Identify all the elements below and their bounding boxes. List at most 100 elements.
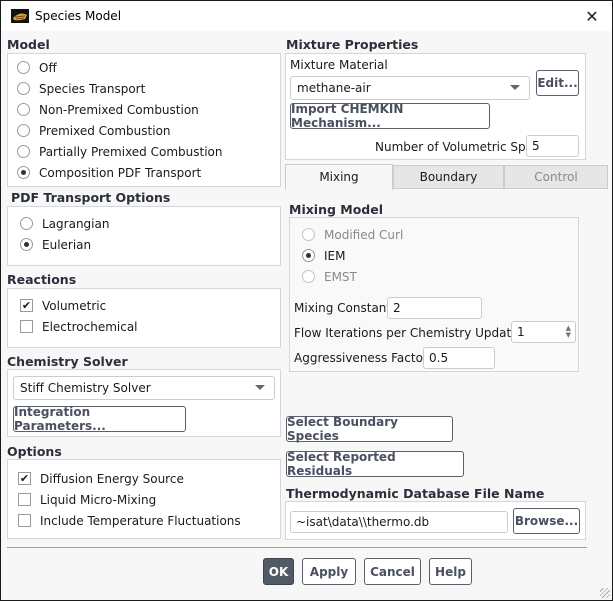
checkbox-label: Volumetric	[42, 298, 107, 313]
aggressiveness-label: Aggressiveness Factor	[294, 351, 428, 365]
chevron-down-icon	[255, 385, 265, 390]
resize-grip-icon[interactable]	[600, 588, 610, 598]
mixture-properties-group: Mixture Material methane-air Edit... Imp…	[285, 53, 586, 160]
ok-button[interactable]: OK	[263, 558, 294, 585]
mixture-material-label: Mixture Material	[290, 58, 388, 72]
import-chemkin-button[interactable]: Import CHEMKIN Mechanism...	[290, 102, 490, 130]
checkbox-icon[interactable]	[18, 493, 31, 506]
radio-button-icon[interactable]	[17, 145, 30, 158]
species-model-dialog: Species Model ✕ Model Off Species Transpo…	[0, 0, 613, 601]
close-icon[interactable]: ✕	[582, 6, 602, 26]
options-header: Options	[7, 444, 62, 459]
help-button[interactable]: Help	[429, 558, 472, 585]
radio-button-icon[interactable]	[20, 217, 33, 230]
mixing-model-radio-2[interactable]: EMST	[302, 266, 578, 287]
thermo-db-path-input[interactable]: ~isat\data\\thermo.db	[290, 511, 508, 533]
pdf-transport-group: Lagrangian Eulerian	[7, 206, 281, 266]
checkbox-label: Diffusion Energy Source	[40, 471, 184, 486]
model-header: Model	[7, 37, 50, 52]
model-radio-0[interactable]: Off	[17, 57, 280, 78]
options-checkbox-0[interactable]: ✔ Diffusion Energy Source	[18, 468, 280, 489]
checkbox-icon[interactable]	[20, 320, 33, 333]
mixture-properties-header: Mixture Properties	[286, 37, 419, 52]
chemistry-solver-value: Stiff Chemistry Solver	[20, 381, 151, 395]
radio-button-icon[interactable]	[20, 238, 33, 251]
reactions-header: Reactions	[7, 272, 77, 287]
title-bar: Species Model ✕	[1, 1, 612, 31]
edit-mixture-button[interactable]: Edit...	[536, 70, 579, 96]
radio-button-icon[interactable]	[17, 103, 30, 116]
browse-button[interactable]: Browse...	[513, 508, 580, 534]
num-species-input[interactable]: 5	[526, 135, 579, 157]
mixing-constant-label: Mixing Constant	[294, 301, 392, 315]
chemistry-solver-dropdown[interactable]: Stiff Chemistry Solver	[13, 376, 275, 400]
reactions-checkbox-1[interactable]: Electrochemical	[20, 316, 280, 337]
flow-iterations-value: 1	[517, 325, 525, 339]
mixing-model-radio-1[interactable]: IEM	[302, 245, 578, 266]
apply-button[interactable]: Apply	[302, 558, 356, 585]
model-radio-5[interactable]: Composition PDF Transport	[17, 162, 280, 183]
pdf-transport-radio-0[interactable]: Lagrangian	[20, 213, 280, 234]
options-checkbox-1[interactable]: Liquid Micro-Mixing	[18, 489, 280, 510]
options-checkbox-2[interactable]: Include Temperature Fluctuations	[18, 510, 280, 531]
tab-control[interactable]: Control	[504, 165, 608, 189]
aggressiveness-input[interactable]: 0.5	[423, 347, 495, 369]
radio-label: Non-Premixed Combustion	[39, 102, 199, 117]
radio-button-icon[interactable]	[17, 61, 30, 74]
mixture-material-value: methane-air	[297, 81, 371, 95]
chevron-down-icon	[510, 85, 520, 90]
mixing-model-group: Modified Curl IEM EMST Mixing Constant 2 F…	[289, 217, 579, 372]
model-radio-4[interactable]: Partially Premixed Combustion	[17, 141, 280, 162]
reactions-checkbox-0[interactable]: ✔ Volumetric	[20, 295, 280, 316]
radio-button-icon[interactable]	[17, 82, 30, 95]
tab-boundary[interactable]: Boundary	[393, 165, 504, 189]
radio-label: Composition PDF Transport	[39, 165, 202, 180]
radio-label: Off	[39, 60, 57, 75]
mixing-model-radio-0[interactable]: Modified Curl	[302, 224, 578, 245]
pdf-transport-header: PDF Transport Options	[11, 190, 171, 205]
model-radio-1[interactable]: Species Transport	[17, 78, 280, 99]
model-radio-3[interactable]: Premixed Combustion	[17, 120, 280, 141]
window-title: Species Model	[35, 9, 122, 23]
radio-label: IEM	[324, 248, 346, 263]
checkbox-label: Include Temperature Fluctuations	[40, 513, 241, 528]
model-group: Off Species Transport Non-Premixed Combust…	[7, 53, 281, 187]
checkbox-icon[interactable]	[18, 514, 31, 527]
radio-button-icon[interactable]	[302, 228, 315, 241]
checkbox-label: Liquid Micro-Mixing	[40, 492, 157, 507]
reactions-group: ✔ Volumetric Electrochemical	[7, 288, 281, 348]
thermo-db-group: ~isat\data\\thermo.db Browse...	[285, 501, 586, 540]
radio-button-icon[interactable]	[17, 124, 30, 137]
flow-iterations-label: Flow Iterations per Chemistry Update	[294, 326, 519, 340]
radio-label: Lagrangian	[42, 216, 110, 231]
radio-label: Premixed Combustion	[39, 123, 171, 138]
integration-parameters-button[interactable]: Integration Parameters...	[13, 405, 186, 433]
chemistry-solver-header: Chemistry Solver	[7, 354, 128, 369]
checkmark-icon[interactable]: ✔	[18, 472, 31, 485]
mixing-constant-input[interactable]: 2	[387, 297, 482, 319]
select-reported-residuals-button[interactable]: Select Reported Residuals	[286, 450, 464, 478]
radio-label: Modified Curl	[324, 227, 404, 242]
radio-button-icon[interactable]	[17, 166, 30, 179]
radio-label: Eulerian	[42, 237, 92, 252]
radio-label: Partially Premixed Combustion	[39, 144, 223, 159]
fluent-logo-icon	[11, 9, 29, 23]
checkmark-icon[interactable]: ✔	[20, 299, 33, 312]
radio-button-icon[interactable]	[302, 270, 315, 283]
thermo-db-header: Thermodynamic Database File Name	[286, 486, 545, 501]
cancel-button[interactable]: Cancel	[364, 558, 421, 585]
model-radio-2[interactable]: Non-Premixed Combustion	[17, 99, 280, 120]
footer-divider	[7, 547, 587, 548]
chemistry-solver-group: Stiff Chemistry Solver Integration Param…	[7, 369, 281, 437]
options-group: ✔ Diffusion Energy Source Liquid Micro-Mix…	[7, 459, 281, 539]
radio-button-icon[interactable]	[302, 249, 315, 262]
mixture-material-dropdown[interactable]: methane-air	[290, 76, 530, 100]
tab-mixing[interactable]: Mixing	[285, 164, 393, 190]
spinner-arrows-icon[interactable]: ▲ ▼	[566, 325, 571, 339]
flow-iterations-stepper[interactable]: 1 ▲ ▼	[511, 321, 576, 343]
radio-label: EMST	[324, 269, 357, 284]
select-boundary-species-button[interactable]: Select Boundary Species	[286, 415, 453, 443]
pdf-transport-radio-1[interactable]: Eulerian	[20, 234, 280, 255]
checkbox-label: Electrochemical	[42, 319, 138, 334]
radio-label: Species Transport	[39, 81, 146, 96]
